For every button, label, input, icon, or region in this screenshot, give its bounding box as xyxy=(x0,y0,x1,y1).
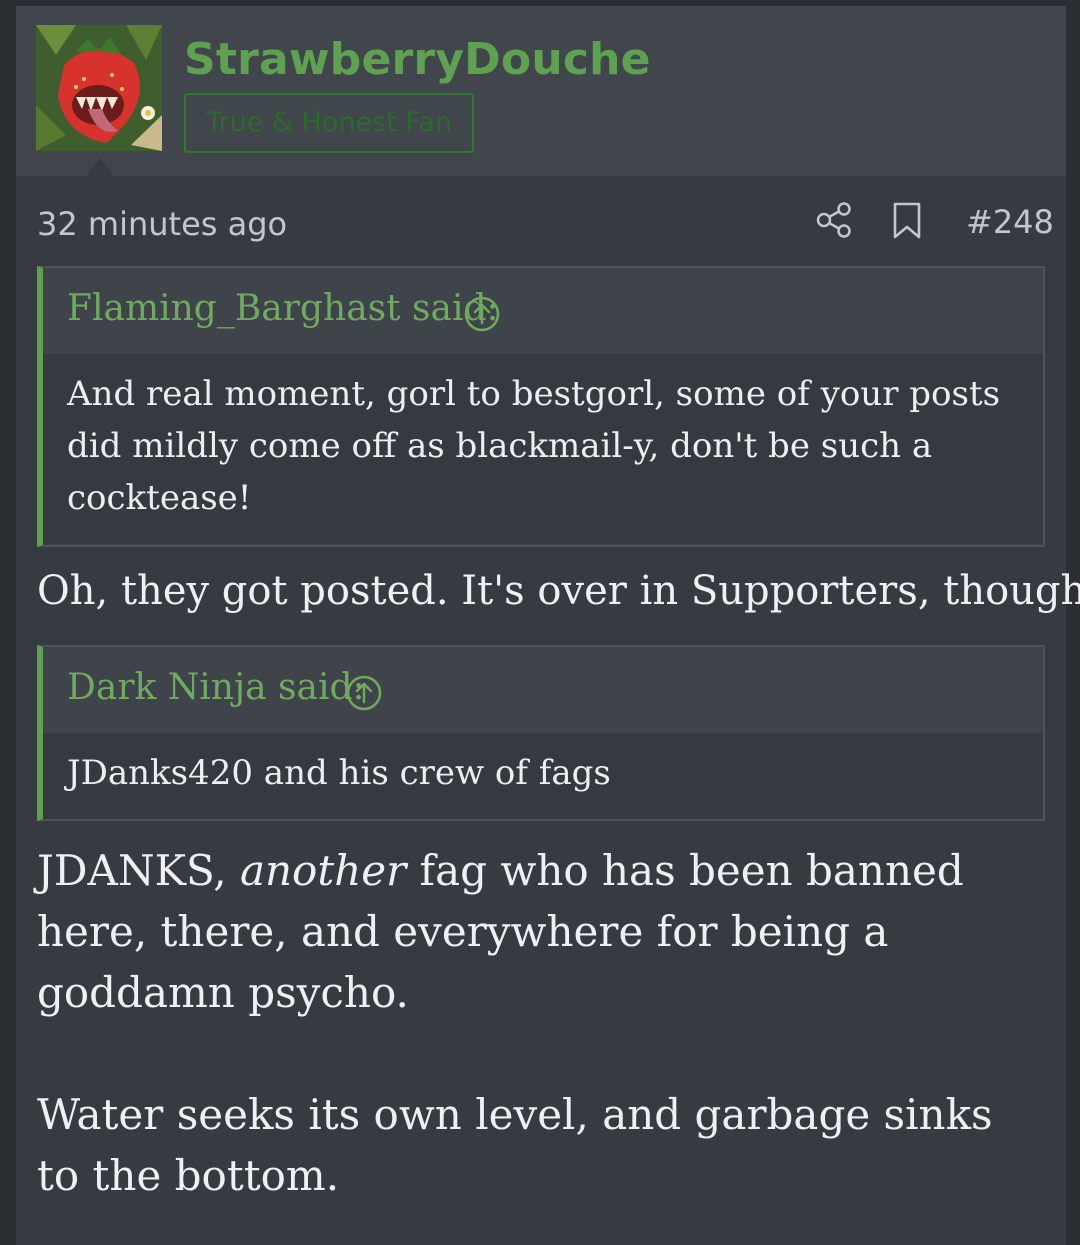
post-paragraph: Water seeks its own level, and garbage s… xyxy=(37,1090,993,1200)
quote-block: Dark Ninja said: JDanks420 and his crew … xyxy=(37,645,1045,821)
forum-post: StrawberryDouche True & Honest Fan 32 mi… xyxy=(16,6,1080,1245)
user-header: StrawberryDouche True & Honest Fan xyxy=(16,6,1066,176)
quote-author[interactable]: Dark Ninja said: xyxy=(67,667,365,708)
user-title-badge: True & Honest Fan xyxy=(184,93,474,153)
user-avatar[interactable] xyxy=(36,25,162,151)
emphasis-text: another xyxy=(239,846,407,895)
username-link[interactable]: StrawberryDouche xyxy=(184,34,651,85)
post-paragraph: Oh, they got posted. It's over in Suppor… xyxy=(37,568,1080,614)
jump-to-quote-icon[interactable] xyxy=(463,295,501,337)
bookmark-icon[interactable] xyxy=(892,202,922,244)
quote-body: JDanks420 and his crew of fags xyxy=(43,733,1043,819)
paragraph-text: JDANKS, xyxy=(37,846,240,895)
quote-body: And real moment, gorl to bestgorl, some … xyxy=(43,354,1043,544)
jump-to-quote-icon[interactable] xyxy=(345,674,383,716)
strawberry-avatar-image xyxy=(36,25,162,151)
post-number-link[interactable]: #248 xyxy=(966,203,1054,241)
post-paragraph: JDANKS, another fag who has been banned … xyxy=(37,840,1047,1023)
quote-author[interactable]: Flaming_Barghast said: xyxy=(67,288,499,329)
quote-block: Flaming_Barghast said: And real moment, … xyxy=(37,266,1045,547)
quote-header: Dark Ninja said: xyxy=(43,647,1043,733)
quote-header: Flaming_Barghast said: xyxy=(43,268,1043,354)
share-icon[interactable] xyxy=(816,202,854,242)
post-timestamp[interactable]: 32 minutes ago xyxy=(37,205,287,243)
header-pointer xyxy=(86,158,114,176)
